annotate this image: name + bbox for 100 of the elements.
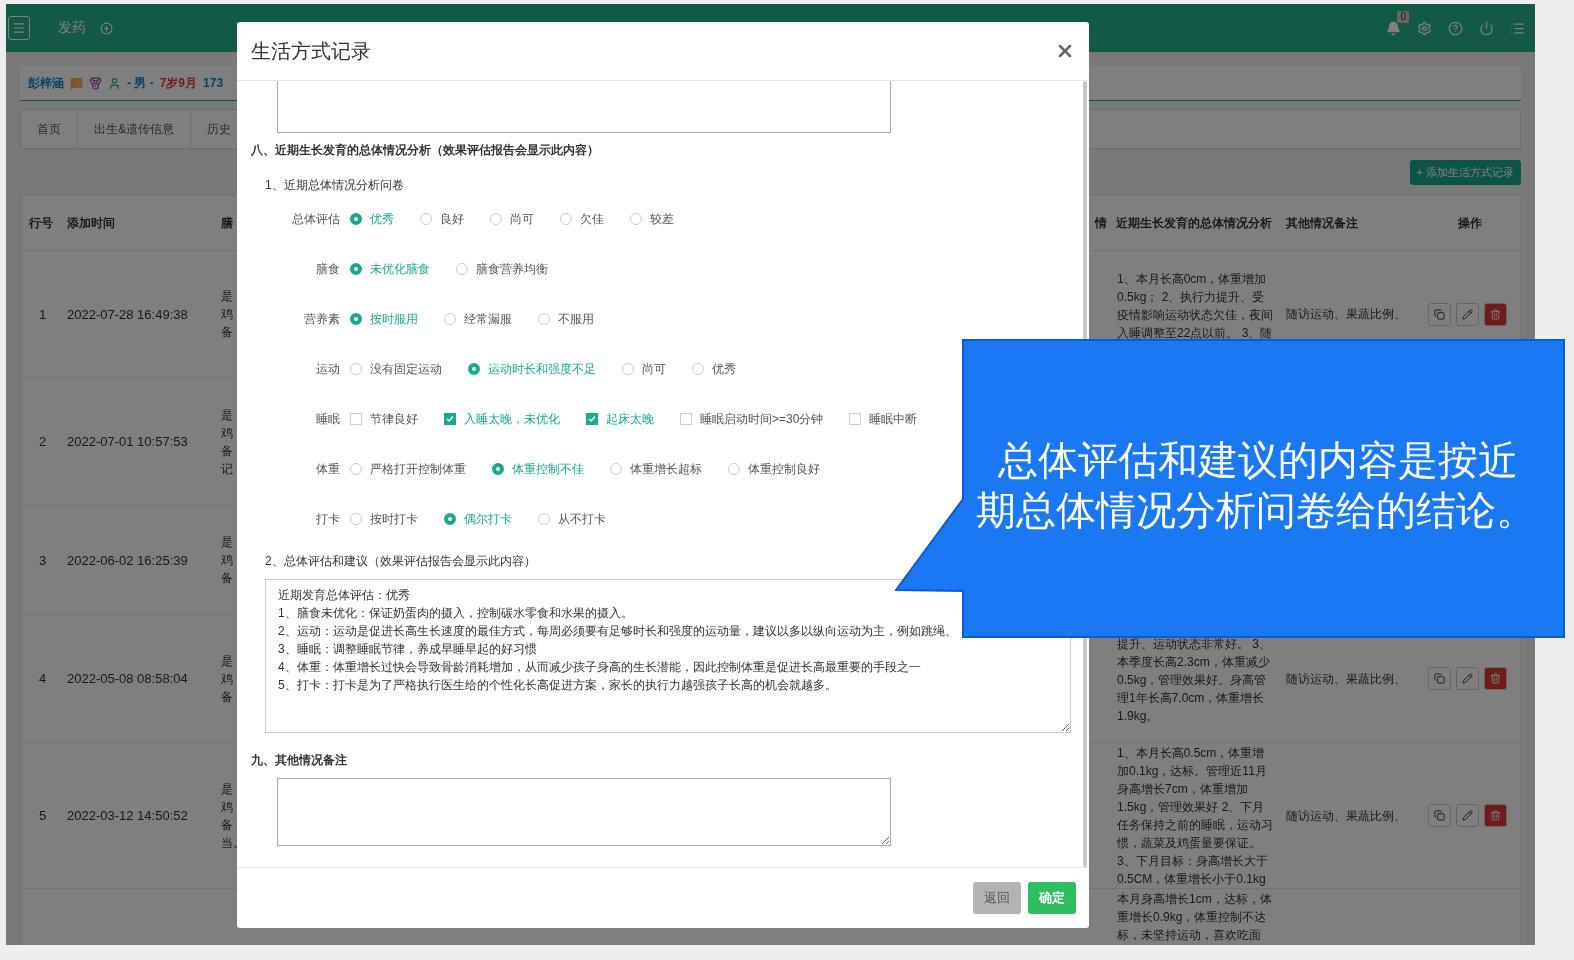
copy-icon xyxy=(1434,308,1445,320)
remarks-field[interactable] xyxy=(277,778,891,846)
checkbox[interactable] xyxy=(586,413,598,425)
menu-button[interactable] xyxy=(8,16,30,40)
list-icon[interactable] xyxy=(1510,20,1525,36)
analysis-cell-text: 1、本月长高0.5cm，体重增 加0.1kg，达标。管理近11月 身高增长7cm，体重增加 1.5kg，管理效果好 2、下月 任务保持之前的睡眠，运动习 惯，蔬菜及鸡蛋量要保证。 3、下月目标：身高增长大于 0.5CM，体重增长小于0.1kg xyxy=(1117,745,1273,888)
radio-button[interactable] xyxy=(728,463,740,475)
option-label[interactable]: 节律良好 xyxy=(370,410,418,428)
table-cell-text: 是 鸡 备 当。 xyxy=(221,780,245,852)
copy-button[interactable] xyxy=(1428,667,1451,690)
radio-button[interactable] xyxy=(456,263,468,275)
pencil-icon xyxy=(1462,810,1473,821)
advice-label: 2、总体评估和建议（效果评估报告会显示此内容） xyxy=(265,553,536,570)
analysis-cell-text: 本月身高增长1cm，达标，体 重增长0.9kg，体重控制不达 标，未坚持运动，喜欢吃面 xyxy=(1117,891,1272,944)
edit-button[interactable] xyxy=(1456,302,1479,326)
option-label[interactable]: 严格打开控制体重 xyxy=(370,460,466,478)
delete-button[interactable] xyxy=(1484,667,1507,690)
person-icon xyxy=(108,76,121,90)
chat-icon[interactable] xyxy=(70,76,83,90)
settings-icon[interactable] xyxy=(1417,20,1432,36)
option-label[interactable]: 按时打卡 xyxy=(370,510,418,528)
delete-button[interactable] xyxy=(1484,804,1507,827)
power-icon[interactable] xyxy=(1479,20,1494,36)
notification-icon[interactable] xyxy=(1386,20,1401,36)
table-cell-text: 是 鸡 备 记 xyxy=(221,406,233,478)
time-cell: 2022-07-01 10:57:53 xyxy=(67,434,188,449)
checkbox[interactable] xyxy=(444,413,456,425)
radio-button[interactable] xyxy=(420,213,432,225)
medal-icon xyxy=(89,76,102,90)
option-label[interactable]: 膳食营养均衡 xyxy=(476,260,548,278)
radio-button[interactable] xyxy=(444,313,456,325)
option-label[interactable]: 尚可 xyxy=(642,360,666,378)
option-label[interactable]: 体重控制良好 xyxy=(748,460,820,478)
time-cell: 2022-07-28 16:49:38 xyxy=(67,306,188,322)
patient-name: 彭梓涵 xyxy=(28,74,64,92)
radio-button[interactable] xyxy=(490,213,502,225)
radio-button[interactable] xyxy=(350,513,362,525)
table-cell-text: 是 鸡 备 xyxy=(221,288,233,341)
option-label[interactable]: 经常漏服 xyxy=(464,310,512,328)
radio-button[interactable] xyxy=(350,213,362,225)
option-label[interactable]: 体重增长超标 xyxy=(630,460,702,478)
column-header: 行号 xyxy=(29,214,53,232)
radio-button[interactable] xyxy=(350,363,362,375)
option-label[interactable]: 不服用 xyxy=(558,310,594,328)
checkbox[interactable] xyxy=(849,413,862,425)
help-icon[interactable] xyxy=(1448,20,1463,36)
row-number: 2 xyxy=(39,434,47,449)
checkbox[interactable] xyxy=(680,413,692,425)
checkbox[interactable] xyxy=(350,413,362,425)
question-label: 运动 xyxy=(315,360,340,378)
option-label[interactable]: 良好 xyxy=(440,210,464,228)
time-cell: 2022-03-12 14:50:52 xyxy=(67,808,188,823)
table-cell-text: 是 鸡 备 xyxy=(221,652,233,706)
advice-field[interactable]: 近期发育总体评估：优秀 1、膳食未优化：保证奶蛋肉的摄入，控制碳水零食和水果的摄入。 2、运动：运动是促进长高生长速度的最佳方式，每周必须要有足够时长和强度的运动量，建议以多以纵向运动为主，例如跳绳、 3、睡眠：调整睡眠节律，养成早睡早起的好习惯 4、体重：体重增长过快会导致骨龄消耗增加，从而减少孩子身高的生长潜能，因此控制体重是促进长高最重要的手段之一 5、打卡：打卡是为了严格执行医生给的个性化长高促进方案，家长的执行力越强孩子长高的机会就越多。 xyxy=(265,579,1071,733)
radio-button[interactable] xyxy=(610,463,622,475)
column-header: 添加时间 xyxy=(67,214,115,232)
analysis-cell-text: 1、本月长高0cm，体重增加 0.5kg； 2、执行力提升、受 疫情影响运动状态欠佳，夜间 入睡调整至22点以前。 3、随 xyxy=(1117,271,1273,342)
option-label[interactable]: 没有固定运动 xyxy=(370,360,442,378)
row-number: 4 xyxy=(39,671,47,686)
questionnaire-title: 1、近期总体情况分析问卷 xyxy=(265,177,404,194)
add-icon[interactable] xyxy=(100,21,113,35)
radio-button[interactable] xyxy=(468,363,480,375)
radio-button[interactable] xyxy=(538,513,550,525)
copy-button[interactable] xyxy=(1428,804,1451,827)
back-button[interactable]: 返回 xyxy=(973,882,1021,914)
notes-cell-text: 随访运动、果蔬比例、 xyxy=(1286,670,1406,688)
option-label[interactable]: 欠佳 xyxy=(580,210,604,228)
option-label[interactable]: 睡眠中断 xyxy=(869,410,918,428)
question-label: 总体评估 xyxy=(291,210,340,228)
table-cell-text: 是 鸡 备 xyxy=(221,534,233,587)
analysis-cell-text: 提升、运动状态非常好。 3、 本季度长高2.3cm，体重减少 0.5kg，管理效果好。身高管 理1年长高7.0cm，体重增长 1.9kg。 xyxy=(1117,636,1271,725)
option-label[interactable]: 睡眠启动时间>=30分钟 xyxy=(700,410,824,428)
row-number: 5 xyxy=(39,808,47,823)
radio-button[interactable] xyxy=(538,313,550,325)
radio-button[interactable] xyxy=(560,213,572,225)
patient-gender: - 男 - xyxy=(127,74,154,92)
column-header: 近期生长发育的总体情况分析 xyxy=(1116,214,1272,232)
radio-button[interactable] xyxy=(444,513,456,525)
radio-button[interactable] xyxy=(350,263,362,275)
option-label[interactable]: 优秀 xyxy=(712,360,736,378)
notes-field[interactable] xyxy=(277,81,891,133)
question-label: 营养素 xyxy=(303,310,340,328)
copy-button[interactable] xyxy=(1428,302,1451,326)
edit-button[interactable] xyxy=(1456,667,1479,690)
notes-cell-text: 随访运动、果蔬比例、 xyxy=(1286,807,1406,825)
radio-button[interactable] xyxy=(492,463,504,475)
radio-button[interactable] xyxy=(350,313,362,325)
radio-button[interactable] xyxy=(350,463,362,475)
notes-cell-text: 随访运动、果蔬比例、 xyxy=(1286,306,1406,323)
radio-button[interactable] xyxy=(630,213,642,225)
column-header: 情 xyxy=(1095,214,1107,232)
option-label[interactable]: 较差 xyxy=(650,210,674,228)
edit-button[interactable] xyxy=(1456,804,1479,827)
option-label[interactable]: 尚可 xyxy=(510,210,534,228)
option-label[interactable]: 从不打卡 xyxy=(558,510,606,528)
callout-text: 总体评估和建议的内容是按近期总体情况分析问卷给的结论。 xyxy=(976,437,1537,534)
radio-button[interactable] xyxy=(692,363,704,375)
radio-button[interactable] xyxy=(622,363,634,375)
delete-button[interactable] xyxy=(1484,302,1507,326)
column-header: 操作 xyxy=(1458,214,1482,232)
